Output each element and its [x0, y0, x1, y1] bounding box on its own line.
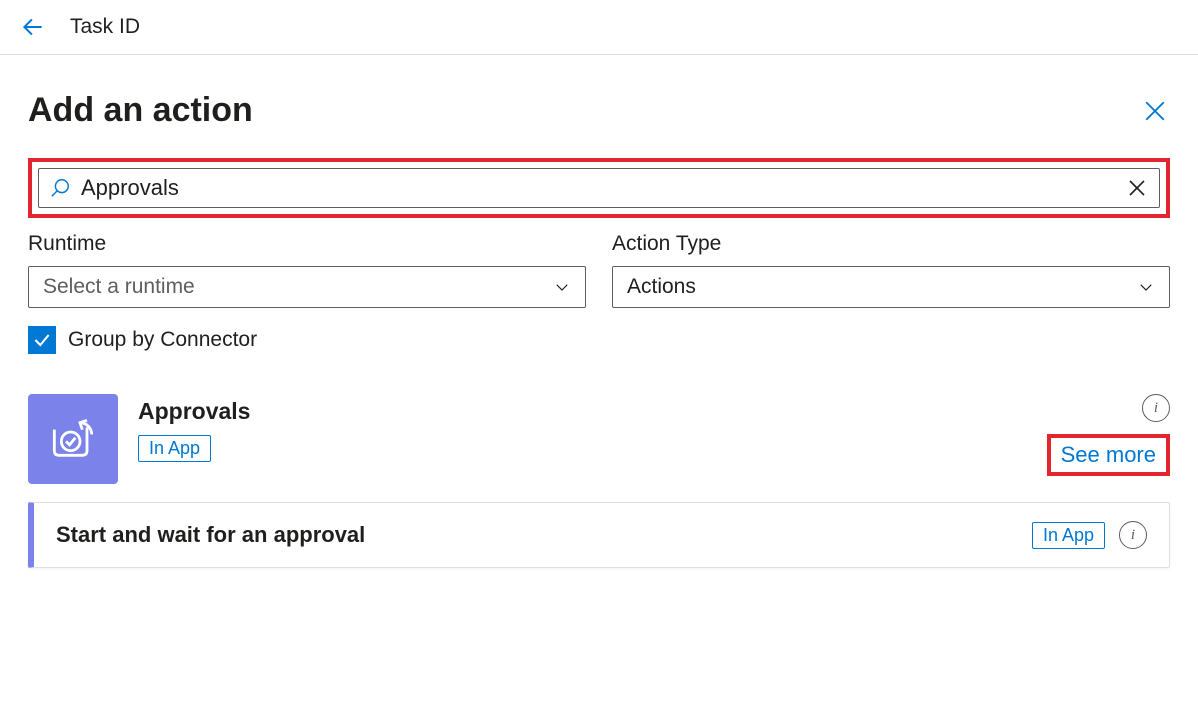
group-by-checkbox[interactable]: [28, 326, 56, 354]
see-more-link[interactable]: See more: [1061, 442, 1156, 467]
header-title: Task ID: [70, 15, 140, 39]
search-highlight-box: [28, 158, 1170, 218]
action-right: In App i: [1032, 521, 1147, 549]
runtime-label: Runtime: [28, 232, 586, 256]
connector-badge: In App: [138, 435, 211, 462]
filters-row: Runtime Select a runtime Action Type Act…: [28, 232, 1170, 308]
search-icon: [49, 177, 71, 199]
action-type-filter: Action Type Actions: [612, 232, 1170, 308]
back-arrow-button[interactable]: [20, 14, 46, 40]
connector-text: Approvals In App: [138, 394, 250, 462]
action-card[interactable]: Start and wait for an approval In App i: [28, 502, 1170, 568]
connector-header: Approvals In App i See more: [28, 394, 1170, 484]
chevron-down-icon: [1137, 278, 1155, 296]
connector-info-button[interactable]: i: [1142, 394, 1170, 422]
search-box[interactable]: [38, 168, 1160, 208]
runtime-filter: Runtime Select a runtime: [28, 232, 586, 308]
action-type-label: Action Type: [612, 232, 1170, 256]
group-by-row: Group by Connector: [28, 326, 1170, 354]
runtime-select[interactable]: Select a runtime: [28, 266, 586, 308]
connector-left: Approvals In App: [28, 394, 250, 484]
action-badge: In App: [1032, 522, 1105, 549]
action-type-value: Actions: [627, 275, 696, 299]
check-icon: [32, 330, 52, 350]
chevron-down-icon: [553, 278, 571, 296]
approvals-icon: [45, 411, 101, 467]
header-bar: Task ID: [0, 0, 1198, 55]
arrow-left-icon: [20, 14, 46, 40]
content-area: Add an action: [0, 55, 1198, 588]
group-by-label: Group by Connector: [68, 328, 257, 352]
search-input[interactable]: [81, 175, 1125, 201]
action-info-button[interactable]: i: [1119, 521, 1147, 549]
close-button[interactable]: [1140, 96, 1170, 126]
close-icon: [1140, 96, 1170, 126]
x-icon: [1125, 176, 1149, 200]
connector-name: Approvals: [138, 398, 250, 425]
see-more-highlight: See more: [1047, 434, 1170, 476]
action-title: Start and wait for an approval: [56, 522, 365, 548]
action-type-select[interactable]: Actions: [612, 266, 1170, 308]
panel-title: Add an action: [28, 91, 253, 130]
runtime-placeholder: Select a runtime: [43, 275, 195, 299]
search-clear-button[interactable]: [1125, 176, 1149, 200]
title-row: Add an action: [28, 91, 1170, 130]
connector-right: i See more: [1047, 394, 1170, 476]
approvals-connector-icon: [28, 394, 118, 484]
